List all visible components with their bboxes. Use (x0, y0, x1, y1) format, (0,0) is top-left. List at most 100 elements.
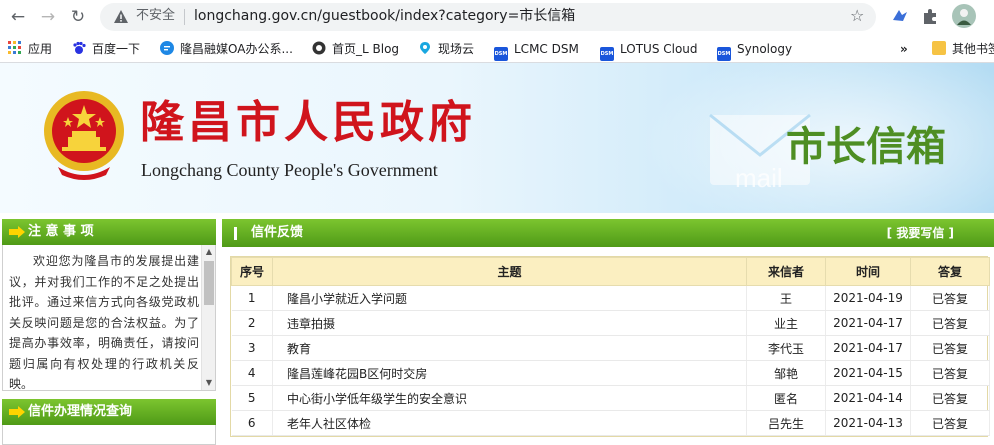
mail-watermark: mail (735, 163, 783, 193)
arrow-right-icon (9, 406, 25, 418)
row-no: 2 (231, 310, 273, 336)
bookmark-label: Synology (737, 42, 793, 56)
feedback-header: 信件反馈 [ 我要写信 ] (222, 219, 994, 247)
bookmark-label: 应用 (28, 42, 53, 56)
bookmark-lotus-cloud[interactable]: DSM LOTUS Cloud (600, 40, 698, 61)
table-row[interactable]: 1 隆昌小学就近入学问题 王 2021-04-19 已答复 (231, 285, 990, 311)
bookmark-label: 百度一下 (92, 42, 141, 56)
row-subject-link[interactable]: 违章拍摄 (272, 310, 747, 336)
header-marker (234, 227, 237, 240)
table-row[interactable]: 4 隆昌莲峰花园B区何时交房 邹艳 2021-04-15 已答复 (231, 360, 990, 386)
table-row[interactable]: 3 教育 李代玉 2021-04-17 已答复 (231, 335, 990, 361)
row-sender: 吕先生 (746, 410, 826, 436)
row-date: 2021-04-13 (825, 410, 911, 436)
bookmark-apps[interactable]: 应用 (8, 40, 52, 58)
row-sender: 王 (746, 285, 826, 311)
row-sender: 业主 (746, 310, 826, 336)
bookmark-baidu[interactable]: 百度一下 (72, 40, 140, 58)
mayor-mailbox-title: 市长信箱 (786, 123, 946, 170)
warning-icon[interactable] (113, 9, 129, 25)
letters-table: 序号 主题 来信者 时间 答复 1 隆昌小学就近入学问题 王 2021-04-1… (230, 256, 990, 437)
row-date: 2021-04-19 (825, 285, 911, 311)
col-no: 序号 (231, 257, 273, 286)
bookmark-lcmc-dsm[interactable]: DSM LCMC DSM (494, 40, 579, 61)
bookmarks-bar: 应用 百度一下 隆昌融媒OA办公系... 首页_L Blog 现场云 DSM LC… (0, 34, 994, 63)
site-title-cn: 隆昌市人民政府 (140, 97, 476, 148)
row-no: 6 (231, 410, 273, 436)
feedback-panel: 信件反馈 [ 我要写信 ] 序号 主题 来信者 时间 答复 1 隆昌小学就近入学… (222, 219, 994, 437)
col-date: 时间 (825, 257, 911, 286)
write-letter-link[interactable]: [ 我要写信 ] (887, 219, 954, 247)
bookmark-oa[interactable]: 隆昌融媒OA办公系... (160, 40, 293, 58)
col-sender: 来信者 (746, 257, 826, 286)
query-box (2, 425, 216, 445)
arrow-right-icon (9, 226, 25, 238)
col-subject: 主题 (272, 257, 747, 286)
site-banner: 隆昌市人民政府 Longchang County People's Govern… (0, 63, 994, 213)
scroll-up-icon[interactable]: ▲ (204, 247, 214, 257)
row-reply: 已答复 (910, 285, 990, 311)
row-subject-link[interactable]: 教育 (272, 335, 747, 361)
forward-icon[interactable]: → (38, 7, 58, 27)
notice-scrollbar[interactable]: ▲ ▼ (201, 245, 215, 390)
bookmarks-more-button[interactable]: » (900, 40, 908, 58)
row-reply: 已答复 (910, 335, 990, 361)
bird-extension-icon[interactable] (890, 6, 910, 26)
table-row[interactable]: 6 老年人社区体检 吕先生 2021-04-13 已答复 (231, 410, 990, 436)
query-title: 信件办理情况查询 (28, 404, 133, 419)
notice-box: 欢迎您为隆昌市的发展提出建议，并对我们工作的不足之处提出批评。通过来信方式向各级… (2, 245, 216, 391)
bookmark-star-icon[interactable]: ☆ (850, 6, 864, 25)
query-header[interactable]: 信件办理情况查询 (2, 399, 216, 425)
row-date: 2021-04-17 (825, 310, 911, 336)
table-row[interactable]: 5 中心街小学低年级学生的安全意识 匿名 2021-04-14 已答复 (231, 385, 990, 411)
baidu-icon (73, 41, 86, 54)
folder-icon (932, 41, 946, 55)
notice-text: 欢迎您为隆昌市的发展提出建议，并对我们工作的不足之处提出批评。通过来信方式向各级… (9, 254, 199, 391)
browser-toolbar: ← → ↻ 不安全 longchang.gov.cn/guestbook/ind… (0, 0, 994, 34)
table-header-row: 序号 主题 来信者 时间 答复 (231, 257, 990, 286)
row-sender: 李代玉 (746, 335, 826, 361)
bookmark-label: LOTUS Cloud (620, 42, 698, 56)
scroll-thumb[interactable] (204, 261, 214, 305)
table-row[interactable]: 2 违章拍摄 业主 2021-04-17 已答复 (231, 310, 990, 336)
bookmark-label: 隆昌融媒OA办公系... (180, 42, 293, 56)
url-text[interactable]: longchang.gov.cn/guestbook/index?categor… (194, 6, 575, 26)
row-subject-link[interactable]: 老年人社区体检 (272, 410, 747, 436)
row-reply: 已答复 (910, 360, 990, 386)
row-subject-link[interactable]: 隆昌莲峰花园B区何时交房 (272, 360, 747, 386)
notice-header: 注 意 事 项 (2, 219, 216, 245)
url-separator (184, 9, 185, 25)
row-subject-link[interactable]: 隆昌小学就近入学问题 (272, 285, 747, 311)
bookmark-label: 现场云 (438, 42, 475, 56)
row-reply: 已答复 (910, 310, 990, 336)
scroll-down-icon[interactable]: ▼ (204, 378, 214, 388)
bookmark-label: LCMC DSM (514, 42, 579, 56)
bookmark-synology[interactable]: DSM Synology (717, 40, 793, 61)
national-emblem-icon (44, 91, 124, 180)
row-reply: 已答复 (910, 410, 990, 436)
bookmark-xianchangyun[interactable]: 现场云 (418, 40, 474, 58)
notice-title: 注 意 事 项 (28, 224, 94, 239)
row-sender: 匿名 (746, 385, 826, 411)
row-no: 1 (231, 285, 273, 311)
profile-avatar-icon[interactable] (952, 4, 976, 28)
insecure-label[interactable]: 不安全 (136, 7, 175, 25)
puzzle-extension-icon[interactable] (920, 6, 940, 26)
site-title-en: Longchang County People's Government (141, 160, 438, 180)
bookmark-label: 其他书签 (952, 42, 994, 56)
row-no: 4 (231, 360, 273, 386)
cloud-icon (420, 42, 430, 54)
col-reply: 答复 (910, 257, 990, 286)
bookmark-other[interactable]: 其他书签 (932, 40, 994, 58)
chat-icon (160, 41, 174, 55)
back-icon[interactable]: ← (8, 7, 28, 27)
bookmark-label: 首页_L Blog (332, 42, 400, 56)
dsm-icon: DSM (600, 47, 614, 61)
blog-icon (312, 41, 326, 55)
row-no: 5 (231, 385, 273, 411)
feedback-title: 信件反馈 (251, 225, 304, 240)
row-reply: 已答复 (910, 385, 990, 411)
bookmark-blog[interactable]: 首页_L Blog (312, 40, 399, 58)
reload-icon[interactable]: ↻ (68, 7, 88, 27)
row-subject-link[interactable]: 中心街小学低年级学生的安全意识 (272, 385, 747, 411)
